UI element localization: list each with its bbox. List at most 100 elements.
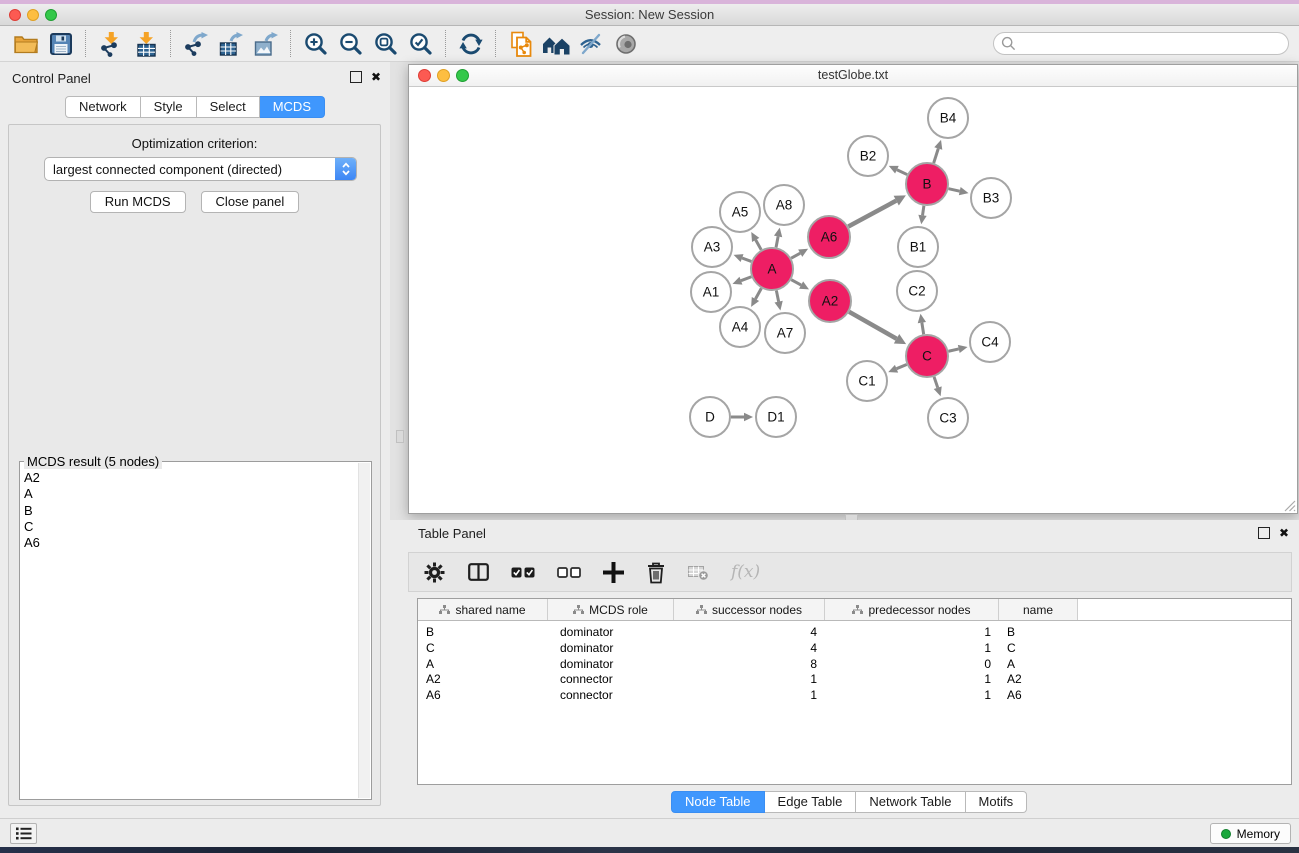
column-header-successor-nodes[interactable]: successor nodes xyxy=(674,599,825,620)
table-row[interactable]: Bdominator41B xyxy=(418,625,1291,641)
column-header-predecessor-nodes[interactable]: predecessor nodes xyxy=(825,599,999,620)
export-table-button[interactable] xyxy=(213,28,248,59)
zoom-out-icon xyxy=(338,31,364,57)
tab-network-table[interactable]: Network Table xyxy=(856,791,965,813)
result-item[interactable]: A xyxy=(24,486,40,502)
table-row[interactable]: A6connector11A6 xyxy=(418,688,1291,704)
splitter-handle-vertical[interactable] xyxy=(396,430,404,443)
hide-panels-button[interactable] xyxy=(573,28,608,59)
graph-edge-B-B1[interactable] xyxy=(923,206,924,216)
graph-edge-B-B3[interactable] xyxy=(948,189,959,191)
close-panel-button[interactable]: Close panel xyxy=(201,191,300,213)
result-item[interactable]: B xyxy=(24,503,40,519)
select-all-button[interactable] xyxy=(511,567,535,578)
function-builder-button[interactable]: f(x) xyxy=(731,562,760,582)
tab-motifs[interactable]: Motifs xyxy=(966,791,1028,813)
tab-style[interactable]: Style xyxy=(141,96,197,118)
column-header-name[interactable]: name xyxy=(999,599,1078,620)
export-network-button[interactable] xyxy=(178,28,213,59)
control-panel-controls: ✖ xyxy=(350,71,381,83)
result-scrollbar[interactable] xyxy=(358,463,370,798)
result-item[interactable]: A2 xyxy=(24,470,40,486)
close-network-window-button[interactable] xyxy=(418,69,431,82)
graph-edge-A-A2[interactable] xyxy=(791,280,801,285)
graph-edge-A-A4[interactable] xyxy=(755,288,761,299)
memory-button[interactable]: Memory xyxy=(1210,823,1291,844)
table-row[interactable]: A2connector11A2 xyxy=(418,672,1291,688)
network-window-titlebar[interactable]: testGlobe.txt xyxy=(409,65,1297,87)
close-window-button[interactable] xyxy=(9,9,21,21)
tab-select[interactable]: Select xyxy=(197,96,260,118)
show-graphics-button[interactable] xyxy=(608,28,643,59)
zoom-in-button[interactable] xyxy=(298,28,333,59)
graph-edge-A-A7[interactable] xyxy=(776,291,778,302)
table-header-row: shared name MCDS role successor nodesprede… xyxy=(418,599,1291,621)
column-header-label: MCDS role xyxy=(589,603,648,617)
graph-edge-C-C1[interactable] xyxy=(897,364,907,368)
graph-edge-A-A5[interactable] xyxy=(756,240,762,250)
graph-node-label: C3 xyxy=(939,411,956,426)
cell-shared-name: A xyxy=(418,657,548,673)
graph-node-label: D xyxy=(705,410,715,425)
close-panel-icon[interactable]: ✖ xyxy=(1279,527,1289,539)
tab-edge-table[interactable]: Edge Table xyxy=(765,791,857,813)
import-network-button[interactable] xyxy=(93,28,128,59)
window-resize-grip[interactable] xyxy=(1282,498,1296,512)
column-header-mcds-role[interactable]: MCDS role xyxy=(548,599,674,620)
zoom-window-button[interactable] xyxy=(45,9,57,21)
graph-arrowhead xyxy=(744,413,753,421)
graph-node-label: B2 xyxy=(860,149,877,164)
graph-edge-A-A6[interactable] xyxy=(791,253,800,258)
task-history-button[interactable] xyxy=(10,823,37,844)
table-row[interactable]: Adominator80A xyxy=(418,657,1291,673)
run-mcds-button[interactable]: Run MCDS xyxy=(90,191,186,213)
open-home-button[interactable] xyxy=(538,28,573,59)
import-table-button[interactable] xyxy=(128,28,163,59)
tab-node-table[interactable]: Node Table xyxy=(671,791,765,813)
network-canvas[interactable]: B4B2BB3A5A8A6A3B1AA1C2A2A4A7CC4C1C3DD1 xyxy=(409,87,1297,513)
minimize-window-button[interactable] xyxy=(27,9,39,21)
search-field[interactable] xyxy=(993,32,1289,55)
deselect-all-button[interactable] xyxy=(557,567,581,578)
open-session-button[interactable] xyxy=(8,28,43,59)
toolbar-separator xyxy=(170,30,171,57)
export-image-button[interactable] xyxy=(248,28,283,59)
zoom-network-window-button[interactable] xyxy=(456,69,469,82)
save-session-button[interactable] xyxy=(43,28,78,59)
graph-edge-A6-B[interactable] xyxy=(848,201,896,227)
chevron-up-down-icon xyxy=(341,161,351,177)
cell-successor-nodes: 4 xyxy=(674,641,825,657)
tab-network[interactable]: Network xyxy=(65,96,141,118)
float-panel-icon[interactable] xyxy=(1258,527,1270,539)
graph-edge-C-C2[interactable] xyxy=(922,323,924,335)
graph-edge-A2-C[interactable] xyxy=(849,312,896,339)
graph-edge-C-C4[interactable] xyxy=(948,349,958,351)
refresh-view-button[interactable] xyxy=(453,28,488,59)
graph-edge-A-A1[interactable] xyxy=(741,277,751,281)
zoom-selected-button[interactable] xyxy=(403,28,438,59)
criterion-select[interactable]: largest connected component (directed) xyxy=(44,157,357,181)
graph-node-label: A5 xyxy=(732,205,749,220)
search-input[interactable] xyxy=(1021,36,1281,52)
clone-network-button[interactable] xyxy=(503,28,538,59)
new-column-button[interactable] xyxy=(603,562,624,583)
float-panel-icon[interactable] xyxy=(350,71,362,83)
table-mode-button[interactable] xyxy=(423,561,446,584)
graph-edge-C-C3[interactable] xyxy=(934,377,938,388)
graph-edge-B-B2[interactable] xyxy=(897,170,907,175)
result-item[interactable]: C xyxy=(24,519,40,535)
close-panel-icon[interactable]: ✖ xyxy=(371,71,381,83)
graph-edge-A-A3[interactable] xyxy=(742,258,751,261)
table-row[interactable]: Cdominator41C xyxy=(418,641,1291,657)
graph-edge-B-B4[interactable] xyxy=(934,148,939,163)
delete-table-button[interactable] xyxy=(688,564,709,581)
zoom-fit-button[interactable] xyxy=(368,28,403,59)
result-item[interactable]: A6 xyxy=(24,535,40,551)
show-columns-button[interactable] xyxy=(468,563,489,581)
zoom-out-button[interactable] xyxy=(333,28,368,59)
tab-mcds[interactable]: MCDS xyxy=(260,96,325,118)
graph-edge-A-A8[interactable] xyxy=(776,236,778,247)
column-header-shared-name[interactable]: shared name xyxy=(418,599,548,620)
delete-column-button[interactable] xyxy=(646,561,666,584)
minimize-network-window-button[interactable] xyxy=(437,69,450,82)
